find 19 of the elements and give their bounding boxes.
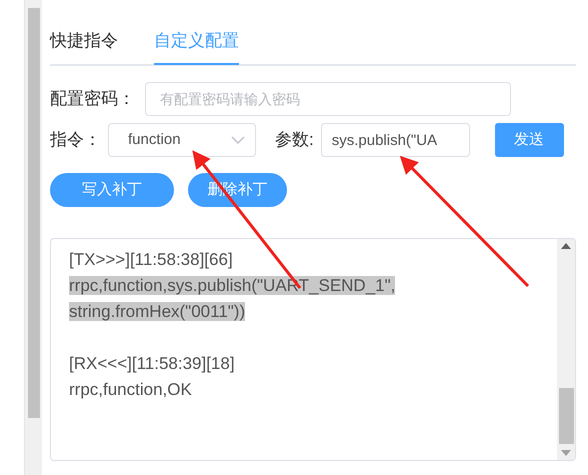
patch-button[interactable]: 写入补丁	[50, 173, 174, 207]
log-header: [RX<<<][11:58:39][18]	[69, 354, 235, 373]
scrollbar-thumb[interactable]	[28, 8, 40, 418]
password-label: 配置密码：	[50, 88, 135, 110]
send-button[interactable]: 发送	[494, 123, 564, 157]
command-dropdown[interactable]: function	[108, 123, 256, 157]
tab[interactable]: 快捷指令	[50, 28, 118, 65]
scroll-down-icon[interactable]	[561, 450, 571, 456]
log-line: rrpc,function,OK	[69, 380, 192, 399]
command-label: 指令：	[50, 129, 102, 152]
log-header: [TX>>>][11:58:38][66]	[69, 250, 233, 269]
dropdown-value: function	[128, 130, 181, 150]
scrollbar-thumb[interactable]	[558, 388, 574, 444]
scroll-up-icon[interactable]	[561, 243, 571, 249]
password-field[interactable]: 有配置密码请输入密码	[145, 82, 511, 116]
tab[interactable]: 自定义配置	[154, 28, 239, 65]
chevron-down-icon	[231, 136, 245, 144]
params-field[interactable]: sys.publish("UA	[320, 123, 470, 157]
params-label: 参数:	[275, 129, 314, 152]
